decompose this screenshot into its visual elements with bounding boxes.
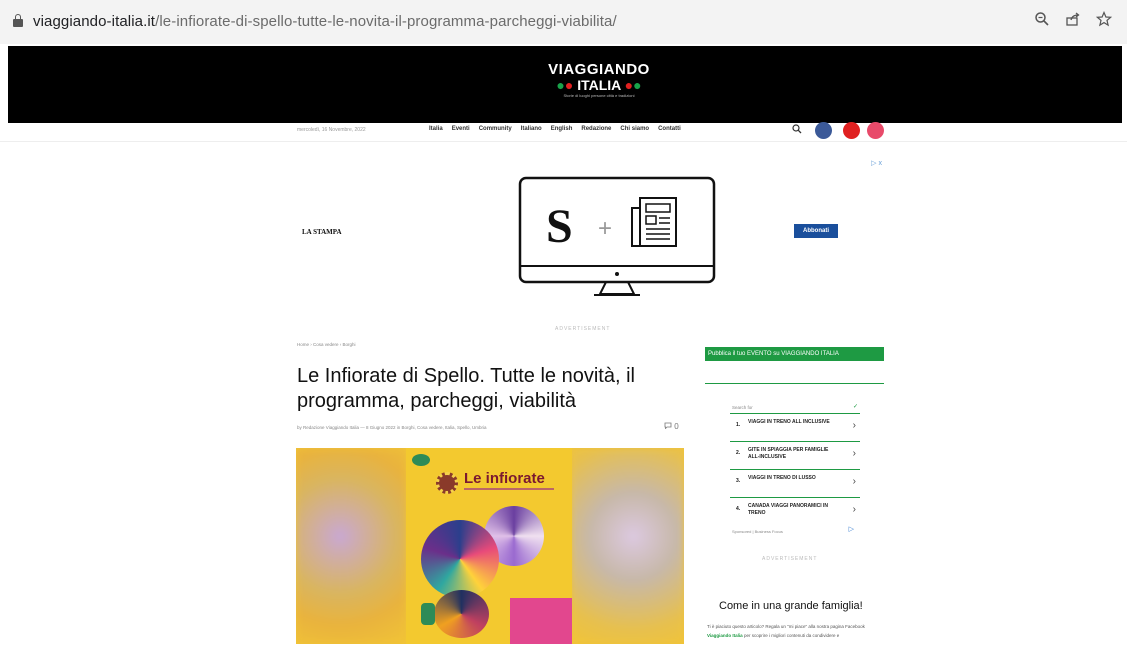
svg-text:+: +: [598, 215, 612, 242]
logo-line2: ●● ITALIA ●●: [556, 77, 642, 93]
site-header: VIAGGIANDO ●● ITALIA ●● Storie di luoghi…: [8, 46, 1122, 123]
ad-banner[interactable]: LA STAMPA S + Abbonati ▷ x: [296, 158, 886, 301]
advertisement-label: ADVERTISEMENT: [555, 326, 611, 332]
poster-date-badge: [421, 603, 435, 625]
blurred-photo-right: [571, 448, 684, 644]
ad-brand: LA STAMPA: [302, 228, 342, 236]
result-number: 4.: [736, 506, 741, 512]
url-domain: viaggiando-italia.it: [33, 13, 156, 30]
poster-logo: [412, 454, 430, 466]
search-result[interactable]: 3. VIAGGI IN TRENO DI LUSSO ›: [730, 469, 860, 495]
nav-item-english[interactable]: English: [551, 126, 573, 132]
poster-sun-icon: [436, 472, 458, 494]
lock-icon: [13, 14, 23, 27]
chevron-right-icon: ›: [852, 420, 856, 431]
logo-line1: VIAGGIANDO: [548, 61, 650, 78]
nav-item-community[interactable]: Community: [479, 126, 512, 132]
nav-menu: Italia Eventi Community Italiano English…: [429, 126, 681, 132]
flower-decoration: [434, 590, 489, 638]
chevron-right-icon: ›: [852, 448, 856, 459]
event-poster: Le infiorate: [406, 448, 572, 644]
ad-choices-icon[interactable]: ▷: [849, 525, 854, 533]
chevron-right-icon: ›: [852, 504, 856, 515]
sidebar-heading: Come in una grande famiglia!: [719, 600, 863, 612]
search-result[interactable]: 4. CANADA VIAGGI PANORAMICI IN TRENO ›: [730, 497, 860, 523]
main-nav: mercoledì, 16 Novembre, 2022 Italia Even…: [0, 120, 1127, 142]
blurred-photo-left: [296, 448, 406, 644]
search-result[interactable]: 2. GITE IN SPIAGGIA PER FAMIGLIE ALL-INC…: [730, 441, 860, 467]
url-path: /le-infiorate-di-spello-tutte-le-novita-…: [155, 13, 617, 30]
result-number: 1.: [736, 422, 741, 428]
result-text: GITE IN SPIAGGIA PER FAMIGLIE ALL-INCLUS…: [748, 447, 829, 460]
sidebar-text: Ti è piaciuto questo articolo? Regala un…: [707, 624, 865, 638]
search-ads-widget: Search for ✓ 1. VIAGGI IN TRENO ALL INCL…: [730, 403, 860, 539]
logo-tagline: Storie di luoghi persone città e tradizi…: [563, 93, 635, 98]
result-text: VIAGGI IN TRENO DI LUSSO: [748, 475, 816, 481]
comment-count[interactable]: 0: [664, 422, 679, 431]
facebook-icon[interactable]: [815, 122, 832, 139]
browser-url-bar: viaggiando-italia.it/le-infiorate-di-spe…: [0, 0, 1127, 44]
search-result[interactable]: 1. VIAGGI IN TRENO ALL INCLUSIVE ›: [730, 413, 860, 439]
ad-close-icon[interactable]: ▷ x: [871, 159, 882, 167]
share-icon[interactable]: [1063, 11, 1083, 31]
sponsor-label: Sponsored | Business Focus: [732, 529, 783, 534]
publish-event-banner[interactable]: Pubblica il tuo EVENTO su VIAGGIANDO ITA…: [705, 347, 884, 361]
nav-item-chi-siamo[interactable]: Chi siamo: [620, 126, 649, 132]
facebook-page-link[interactable]: Viaggiando Italia: [707, 633, 743, 638]
nav-item-contatti[interactable]: Contatti: [658, 126, 681, 132]
result-number: 3.: [736, 478, 741, 484]
result-number: 2.: [736, 450, 741, 456]
instagram-icon[interactable]: [867, 122, 884, 139]
nav-item-eventi[interactable]: Eventi: [452, 126, 470, 132]
sidebar-divider: [705, 383, 884, 384]
youtube-icon[interactable]: [843, 122, 860, 139]
nav-item-italia[interactable]: Italia: [429, 126, 443, 132]
article-meta: by Redazione Viaggiando Italia — 8 Giugn…: [297, 425, 487, 430]
comment-icon: [664, 422, 672, 430]
search-icon[interactable]: [792, 124, 802, 136]
monitor-icon: S +: [518, 176, 716, 296]
search-for-label: Search for: [732, 405, 753, 410]
nav-item-italiano[interactable]: Italiano: [521, 126, 542, 132]
nav-item-redazione[interactable]: Redazione: [581, 126, 611, 132]
flower-decoration: [421, 520, 499, 598]
address-bar[interactable]: viaggiando-italia.it/le-infiorate-di-spe…: [33, 13, 617, 30]
chevron-right-icon: ›: [852, 476, 856, 487]
zoom-icon[interactable]: [1032, 11, 1052, 31]
poster-title: Le infiorate: [464, 470, 545, 487]
ad-subscribe-button[interactable]: Abbonati: [794, 224, 838, 238]
info-icon[interactable]: ✓: [853, 403, 858, 410]
breadcrumb[interactable]: Home › Cosa vedere › Borghi: [297, 342, 356, 347]
star-icon[interactable]: [1094, 10, 1114, 31]
result-text: VIAGGI IN TRENO ALL INCLUSIVE: [748, 419, 830, 425]
site-logo[interactable]: VIAGGIANDO ●● ITALIA ●● Storie di luoghi…: [544, 62, 654, 99]
hero-image: Le infiorate: [296, 448, 684, 644]
nav-date: mercoledì, 16 Novembre, 2022: [297, 127, 366, 133]
poster-subtitle-line: [464, 488, 554, 490]
result-text: CANADA VIAGGI PANORAMICI IN TRENO: [748, 503, 828, 516]
poster-info-box: [510, 598, 572, 644]
sidebar-advertisement-label: ADVERTISEMENT: [762, 556, 818, 562]
article-title: Le Infiorate di Spello. Tutte le novità,…: [297, 365, 635, 412]
svg-text:S: S: [546, 200, 573, 253]
